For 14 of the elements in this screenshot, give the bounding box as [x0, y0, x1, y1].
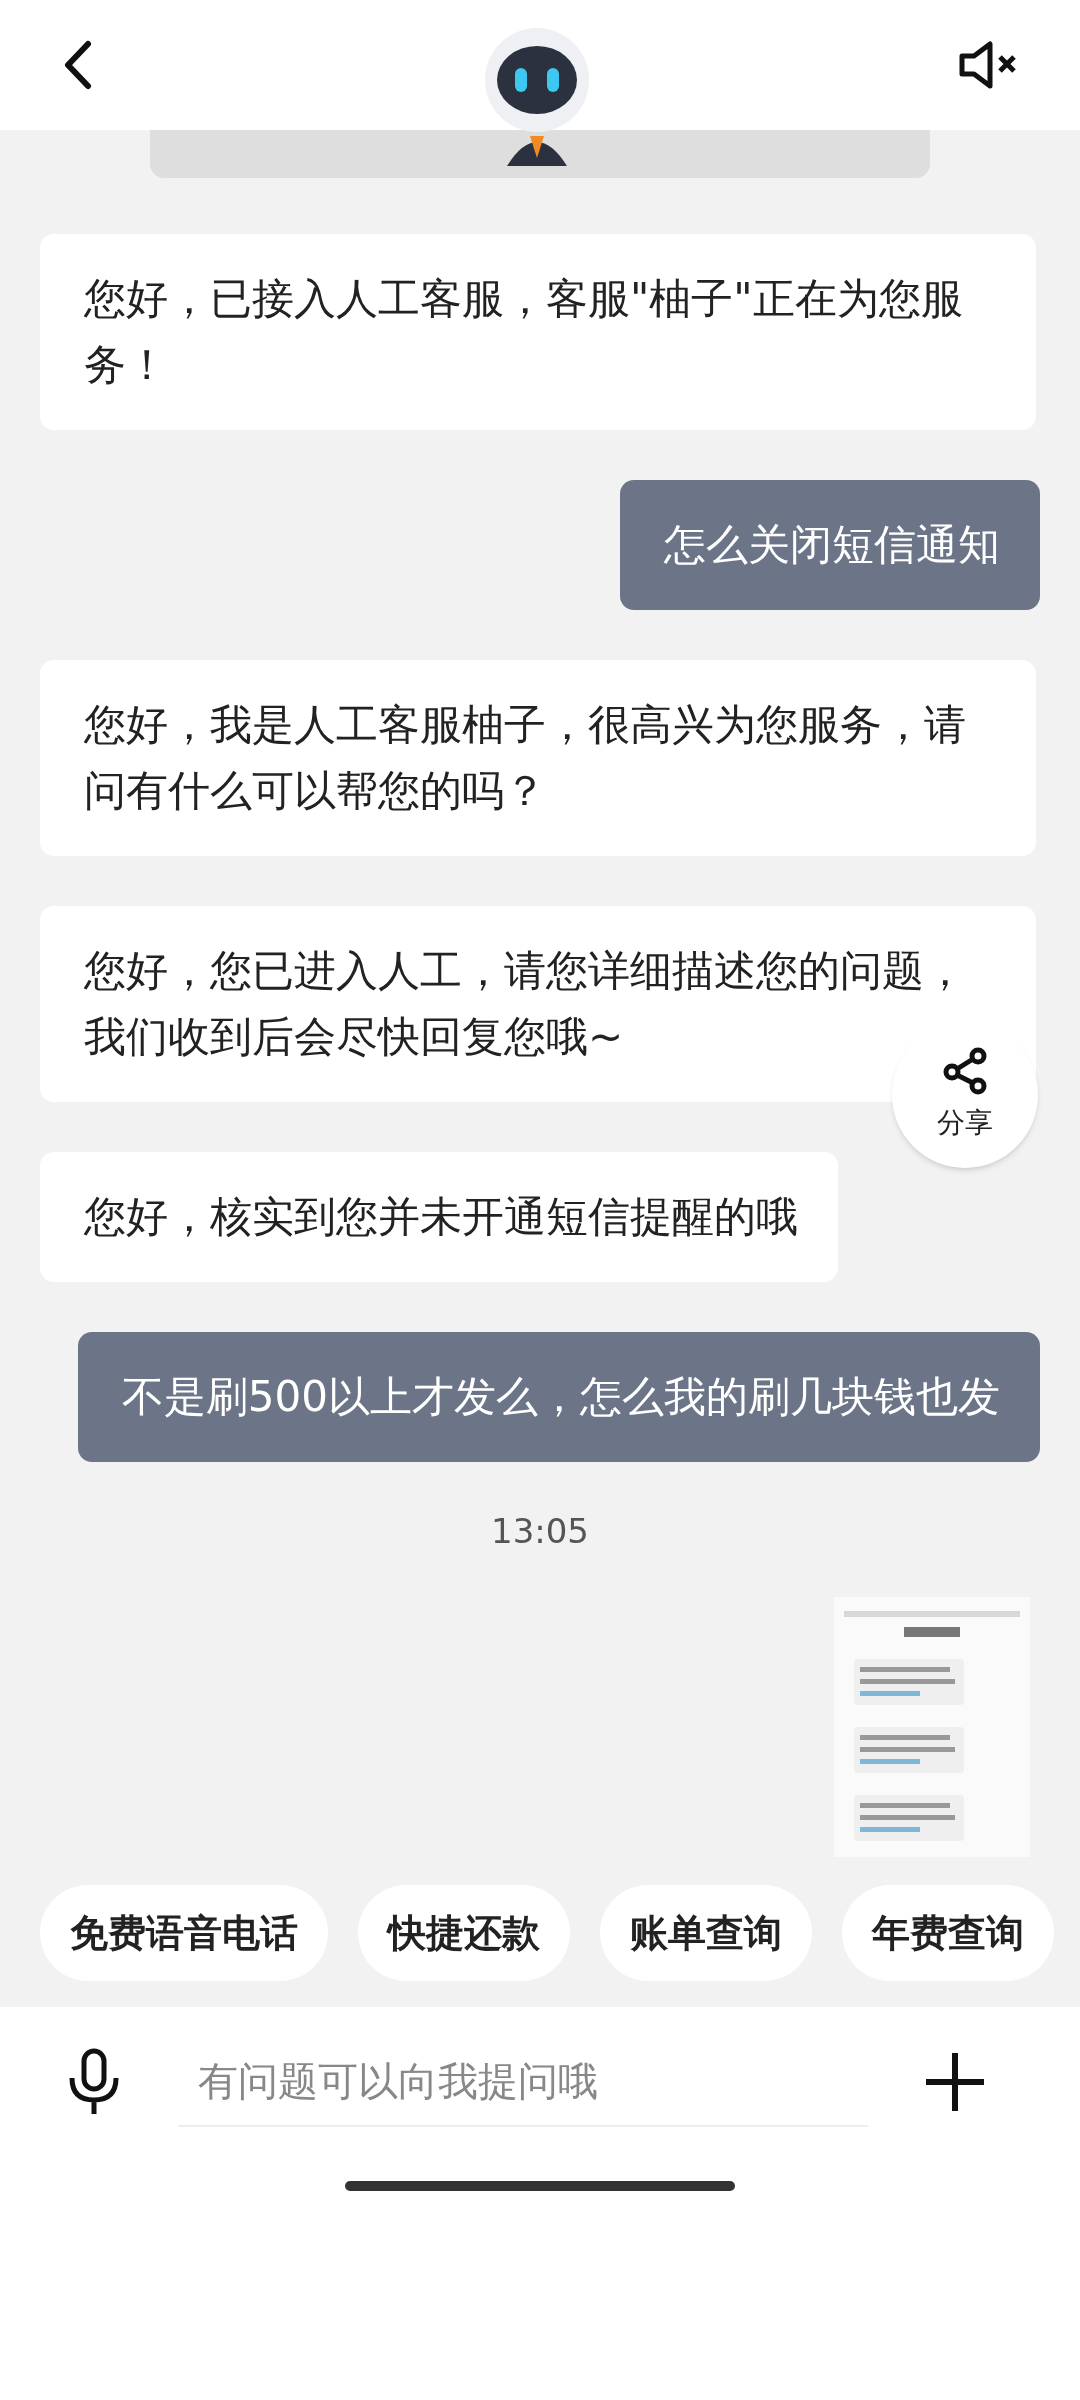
quick-action-chip[interactable]: 快捷还款	[358, 1885, 570, 1981]
quick-action-chip[interactable]: 年费查询	[842, 1885, 1054, 1981]
message-bubble: 不是刷500以上才发么，怎么我的刷几块钱也发	[77, 1332, 1040, 1462]
timestamp: 13:05	[491, 1510, 589, 1553]
message-input[interactable]: 有问题可以向我提问哦	[178, 2037, 868, 2127]
quick-action-chip[interactable]: 账单查询	[600, 1885, 812, 1981]
message-bubble: 您好，已接入人工客服，客服"柚子"正在为您服务！	[40, 234, 1036, 430]
message-bubble: 您好，核实到您并未开通短信提醒的哦	[40, 1152, 838, 1282]
share-button[interactable]: 分享	[892, 1022, 1038, 1168]
message-bubble: 怎么关闭短信通知	[620, 480, 1040, 610]
message-bubble: 您好，我是人工客服柚子，很高兴为您服务，请问有什么可以帮您的吗？	[40, 660, 1036, 856]
plus-icon[interactable]	[924, 2051, 986, 2113]
message-bubble: 您好，您已进入人工，请您详细描述您的问题，我们收到后会尽快回复您哦~	[40, 906, 1036, 1102]
quick-action-chip[interactable]: 免费语音电话	[40, 1885, 328, 1981]
